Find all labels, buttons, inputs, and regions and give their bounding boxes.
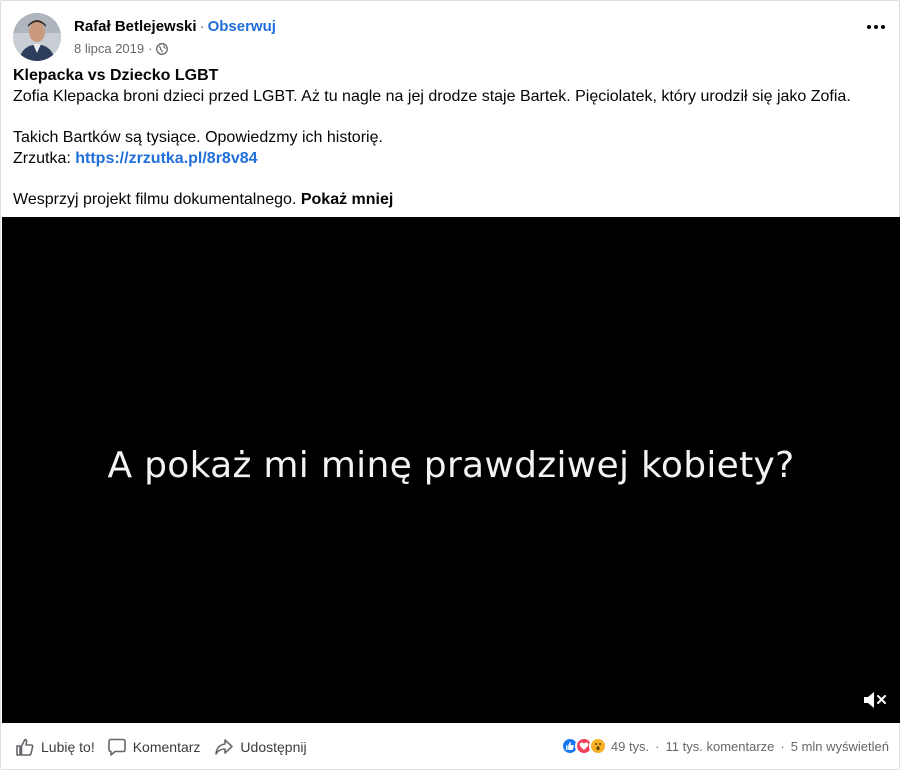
comments-count[interactable]: 11 tys. komentarze	[666, 739, 775, 754]
post-line-3: Zrzutka: https://zrzutka.pl/8r8v84	[13, 148, 893, 169]
like-button[interactable]: Lubię to!	[15, 737, 95, 757]
avatar-picture	[13, 13, 61, 61]
like-icon	[16, 738, 34, 756]
more-horizontal-icon	[867, 25, 871, 29]
post-text: Klepacka vs Dziecko LGBT Zofia Klepacka …	[13, 65, 893, 210]
share-icon	[215, 739, 234, 755]
reactions-summary[interactable]	[560, 737, 607, 755]
globe-icon	[156, 43, 169, 55]
zrzutka-link[interactable]: https://zrzutka.pl/8r8v84	[75, 150, 257, 167]
post-card: Rafał Betlejewski · Obserwuj 8 lipca 201…	[0, 0, 900, 770]
views-count: 5 mln wyświetleń	[790, 738, 889, 754]
post-date[interactable]: 8 lipca 2019	[74, 41, 144, 57]
post-line-2: Takich Bartków są tysiące. Opowiedzmy ic…	[13, 129, 383, 146]
avatar[interactable]	[13, 13, 61, 61]
volume-muted-icon[interactable]	[862, 689, 888, 711]
comment-icon	[107, 738, 126, 756]
reactions-count[interactable]: 49 tys.	[611, 739, 649, 754]
author-name[interactable]: Rafał Betlejewski	[74, 18, 197, 36]
support-text: Wesprzyj projekt filmu dokumentalnego.	[13, 191, 297, 208]
video-player[interactable]: A pokaż mi minę prawdziwej kobiety?	[2, 217, 900, 723]
like-label: Lubię to!	[41, 739, 95, 755]
more-options-button[interactable]	[863, 17, 889, 37]
stats-separator-2: ·	[780, 738, 785, 754]
comment-label: Komentarz	[132, 739, 201, 755]
share-label: Udostępnij	[240, 739, 307, 755]
follow-button[interactable]: Obserwuj	[208, 18, 276, 36]
post-header: Rafał Betlejewski · Obserwuj 8 lipca 201…	[13, 13, 276, 61]
stats-separator-1: ·	[655, 738, 660, 754]
video-subtitle: A pokaż mi minę prawdziwej kobiety?	[107, 445, 795, 486]
link-prefix: Zrzutka:	[13, 150, 71, 167]
engagement-stats: 49 tys. · 11 tys. komentarze · 5 mln wyś…	[560, 737, 889, 755]
show-less-button[interactable]: Pokaż mniej	[301, 191, 393, 208]
post-line-1: Zofia Klepacka broni dzieci przed LGBT. …	[13, 88, 851, 105]
wow-reaction-icon	[588, 737, 607, 755]
share-button[interactable]: Udostępnij	[214, 737, 307, 757]
post-line-4: Wesprzyj projekt filmu dokumentalnego. P…	[13, 189, 893, 210]
comment-button[interactable]: Komentarz	[107, 737, 201, 757]
post-title: Klepacka vs Dziecko LGBT	[13, 67, 219, 84]
date-separator: ·	[148, 41, 153, 56]
follow-separator: ·	[199, 18, 205, 35]
